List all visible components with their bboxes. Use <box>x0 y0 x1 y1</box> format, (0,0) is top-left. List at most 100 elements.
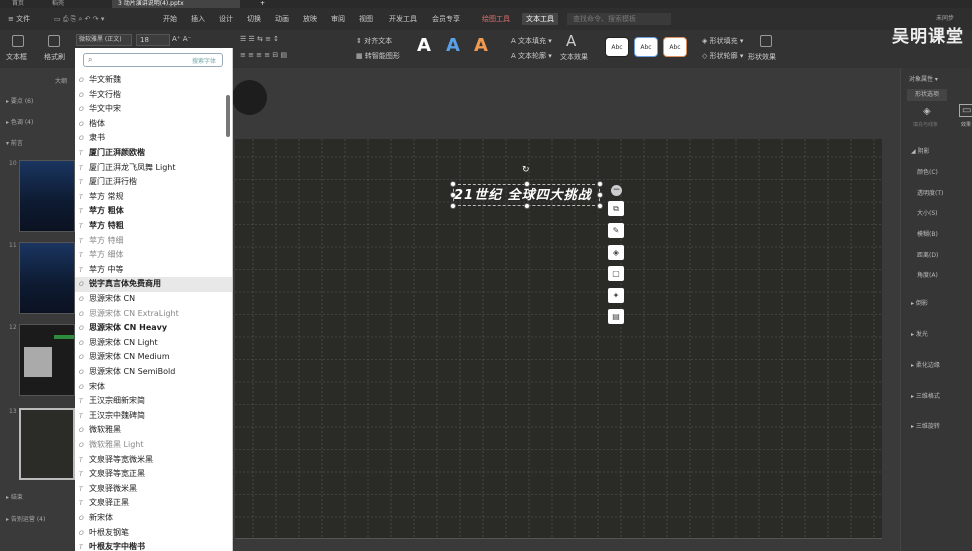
format-painter-icon[interactable] <box>48 35 60 47</box>
font-list-item[interactable]: T 厦门正湃颜欧楷 <box>75 146 232 161</box>
font-list-item[interactable]: O 华文中宋 <box>75 102 232 117</box>
resize-handle[interactable] <box>597 203 603 209</box>
menu-dev[interactable]: 开发工具 <box>389 13 417 25</box>
font-list-item[interactable]: T 文泉驿微米黑 <box>75 482 232 497</box>
font-list-item[interactable]: T 文泉驿正黑 <box>75 496 232 511</box>
text-outline-button[interactable]: A 文本轮廓 ▾ <box>511 51 552 61</box>
fill-icon[interactable]: ◈ <box>608 245 624 260</box>
fill-line-icon[interactable]: ◈ <box>923 106 931 117</box>
font-list-item[interactable]: T 王汉宗细新宋简 <box>75 394 232 409</box>
collapse-toolbar-icon[interactable]: − <box>611 185 622 196</box>
section-soft-edge[interactable]: ▸ 柔化边缘 <box>911 360 940 369</box>
text-style-black-icon[interactable]: A <box>417 35 431 56</box>
text-style-orange-icon[interactable]: A <box>474 35 488 56</box>
text-style-blue-icon[interactable]: A <box>446 35 460 56</box>
slide-thumbnail[interactable] <box>19 324 75 396</box>
section-3d-format[interactable]: ▸ 三维格式 <box>911 391 940 400</box>
resize-handle[interactable] <box>450 192 456 198</box>
menu-view[interactable]: 视图 <box>359 13 373 25</box>
tab-daoke[interactable]: 稻壳 <box>46 0 70 8</box>
font-list-item[interactable]: O 隶书 <box>75 131 232 146</box>
text-effect-icon[interactable]: A <box>566 32 576 50</box>
format-painter-button[interactable]: 格式刷 <box>44 52 65 62</box>
font-size-select[interactable]: 18 <box>136 34 170 46</box>
font-list-item[interactable]: T 苹方 常规 <box>75 190 232 205</box>
section-label[interactable]: ▸ 色调 (4) <box>6 117 33 126</box>
menu-show[interactable]: 放映 <box>303 13 317 25</box>
menu-animate[interactable]: 动画 <box>275 13 289 25</box>
paragraph-icons[interactable]: ☰ ☰ ⇆ ≡ ↕ <box>240 35 279 43</box>
textbox-icon[interactable] <box>12 35 24 47</box>
quick-access-icons[interactable]: ▭ ⎙ ⎘ ⌕ ↶ ↷ ▾ <box>54 13 104 25</box>
font-list-item[interactable]: T 文泉驿等宽微米黑 <box>75 453 232 468</box>
font-list-item[interactable]: T 叶根友字中楷书 <box>75 540 232 551</box>
shape-effect-icon[interactable] <box>760 35 772 47</box>
text-fill-button[interactable]: A 文本填充 ▾ <box>511 36 552 46</box>
tab-shape-options[interactable]: 形状选项 <box>907 89 947 101</box>
font-list-item[interactable]: O 思源宋体 CN Heavy <box>75 321 232 336</box>
section-3d-rotate[interactable]: ▸ 三维旋转 <box>911 421 940 430</box>
menu-insert[interactable]: 插入 <box>191 13 205 25</box>
font-list-item[interactable]: O 思源宋体 CN Medium <box>75 350 232 365</box>
section-label[interactable]: ▸ 结束 <box>6 492 23 501</box>
panel-title[interactable]: 对象属性 ▾ <box>909 74 938 83</box>
menu-member[interactable]: 会员专享 <box>432 13 460 25</box>
outline-tab[interactable]: 大纲 <box>55 76 67 85</box>
command-search-input[interactable]: 查找命令、搜索模板 <box>567 13 671 25</box>
file-menu[interactable]: ≡ 文件 <box>8 13 30 25</box>
resize-handle[interactable] <box>524 181 530 187</box>
rotate-handle-icon[interactable]: ↻ <box>522 165 530 175</box>
resize-handle[interactable] <box>450 203 456 209</box>
font-list-item[interactable]: T 厦门正湃行楷 <box>75 175 232 190</box>
align-icons[interactable]: ≡ ≡ ≡ ≡ ⊟ ▤ <box>240 51 287 59</box>
font-list-item[interactable]: T 苹方 粗体 <box>75 204 232 219</box>
font-list-item[interactable]: O 思源宋体 CN ExtraLight <box>75 307 232 322</box>
font-list-item[interactable]: T 厦门正湃龙飞凤舞 Light <box>75 161 232 176</box>
menu-design[interactable]: 设计 <box>219 13 233 25</box>
font-list-item[interactable]: T 苹方 特细 <box>75 234 232 249</box>
font-list-item[interactable]: O 锐字真言体免费商用 <box>75 277 232 292</box>
font-list-item[interactable]: O 思源宋体 CN <box>75 292 232 307</box>
shape-style-2[interactable]: Abc <box>634 37 658 57</box>
shape-outline-button[interactable]: ◇ 形状轮廓 ▾ <box>702 51 743 61</box>
textbox-button[interactable]: 文本框 <box>6 52 27 62</box>
smart-shape-button[interactable]: ▦ 转智能图形 <box>356 51 400 61</box>
font-list-item[interactable]: T 苹方 中等 <box>75 263 232 278</box>
animation-icon[interactable]: ✦ <box>608 288 624 303</box>
effect-icon[interactable]: ▭ <box>959 104 972 117</box>
font-list-item[interactable]: T 苹方 细体 <box>75 248 232 263</box>
format-icon[interactable]: ▤ <box>608 309 624 324</box>
font-list-item[interactable]: O 微软雅黑 <box>75 423 232 438</box>
font-name-select[interactable]: 微软雅黑 (正文) <box>76 34 132 46</box>
menu-review[interactable]: 审阅 <box>331 13 345 25</box>
font-list-item[interactable]: O 思源宋体 CN SemiBold <box>75 365 232 380</box>
font-list-item[interactable]: O 华文新魏 <box>75 73 232 88</box>
shape-style-3[interactable]: Abc <box>663 37 687 57</box>
shape-effect-button[interactable]: 形状效果 <box>748 52 776 62</box>
decorative-circle[interactable] <box>232 80 267 115</box>
new-tab-icon[interactable]: + <box>254 0 271 8</box>
menu-text-tool[interactable]: 文本工具 <box>522 13 558 25</box>
font-list-item[interactable]: O 宋体 <box>75 380 232 395</box>
section-reflection[interactable]: ▸ 倒影 <box>911 298 928 307</box>
menu-start[interactable]: 开始 <box>163 13 177 25</box>
font-list-item[interactable]: O 新宋体 <box>75 511 232 526</box>
menu-switch[interactable]: 切换 <box>247 13 261 25</box>
section-label[interactable]: ▸ 要点 (6) <box>6 96 33 105</box>
section-glow[interactable]: ▸ 发光 <box>911 329 928 338</box>
tab-document[interactable]: 3 动片演讲说明(4).pptx <box>112 0 240 8</box>
font-search-input[interactable]: ⌕ 搜索字体 <box>83 53 223 67</box>
resize-handle[interactable] <box>450 181 456 187</box>
section-shadow[interactable]: ◢ 阴影 <box>911 146 930 155</box>
resize-handle[interactable] <box>597 192 603 198</box>
font-list-item[interactable]: O 微软雅黑 Light <box>75 438 232 453</box>
menu-draw-tool[interactable]: 绘图工具 <box>482 13 510 25</box>
tab-home[interactable]: 首页 <box>6 0 30 8</box>
font-list-item[interactable]: T 王汉宗中魏碑简 <box>75 409 232 424</box>
frame-icon[interactable]: ▢ <box>608 266 624 281</box>
slide-thumbnail-current[interactable] <box>19 408 75 480</box>
resize-handle[interactable] <box>597 181 603 187</box>
slide-title-text[interactable]: 21世纪 全球四大挑战 <box>454 184 592 203</box>
section-label[interactable]: ▾ 前言 <box>6 138 23 147</box>
slide-thumbnail[interactable] <box>19 242 75 314</box>
